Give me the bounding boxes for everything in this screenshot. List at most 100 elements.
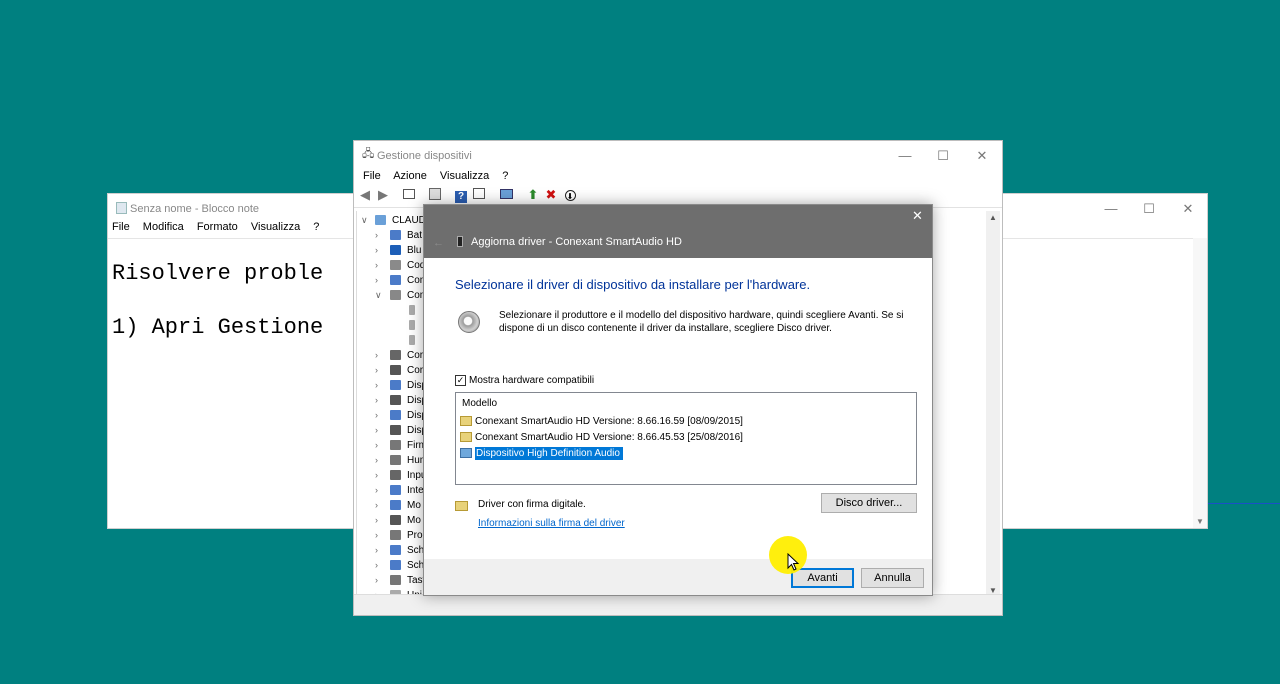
properties-icon[interactable]	[402, 188, 416, 202]
dialog-title: Aggiorna driver - Conexant SmartAudio HD	[471, 236, 682, 248]
tree-item-label: Bat	[407, 230, 423, 241]
help-icon[interactable]: ?	[454, 188, 468, 203]
chevron-right-icon[interactable]: ›	[375, 558, 378, 573]
description-line: dispone di un disco contenente il driver…	[499, 323, 832, 334]
device-category-icon	[390, 365, 401, 375]
dialog-heading: Selezionare il driver di dispositivo da …	[455, 277, 811, 292]
chevron-right-icon[interactable]: ›	[375, 468, 378, 483]
add-driver-icon[interactable]: ⬆	[526, 188, 540, 202]
menu-visualizza[interactable]: Visualizza	[440, 170, 489, 182]
update-driver-dialog: ← Aggiorna driver - Conexant SmartAudio …	[423, 204, 933, 596]
driver-icon	[460, 432, 472, 443]
chevron-right-icon[interactable]: ›	[375, 453, 378, 468]
view-icon[interactable]	[472, 188, 486, 202]
model-list[interactable]: Modello Conexant SmartAudio HD Versione:…	[455, 392, 917, 485]
chevron-right-icon[interactable]: ›	[375, 573, 378, 588]
device-category-icon	[390, 485, 401, 495]
next-button[interactable]: Avanti	[791, 568, 854, 588]
notepad-icon	[116, 202, 127, 214]
forward-arrow-icon[interactable]: ▶	[376, 188, 390, 202]
speaker-icon	[458, 311, 480, 333]
chevron-right-icon[interactable]: ›	[375, 408, 378, 423]
chevron-right-icon[interactable]: ›	[375, 483, 378, 498]
uninstall-x-icon[interactable]: ✖	[544, 188, 558, 202]
menu-file[interactable]: File	[363, 170, 381, 182]
blue-line	[1208, 503, 1280, 504]
signed-driver-icon	[455, 501, 468, 511]
menu-modifica[interactable]: Modifica	[143, 221, 184, 233]
chevron-right-icon[interactable]: ›	[375, 273, 378, 288]
close-button[interactable]: ✕	[971, 145, 993, 167]
chevron-down-icon[interactable]: ∨	[375, 288, 382, 303]
text-line: 1) Apri Gestione	[112, 315, 324, 340]
scroll-up-icon[interactable]: ▲	[989, 213, 997, 222]
device-category-icon	[390, 410, 401, 420]
chevron-right-icon[interactable]: ›	[375, 513, 378, 528]
notepad-menubar: File Modifica Formato Visualizza ?	[112, 221, 329, 233]
maximize-button[interactable]: ☐	[1138, 198, 1160, 220]
device-category-icon	[390, 425, 401, 435]
back-arrow-icon[interactable]: ←	[433, 237, 444, 249]
list-item[interactable]: Conexant SmartAudio HD Versione: 8.66.16…	[460, 415, 743, 429]
chevron-right-icon[interactable]: ›	[375, 348, 378, 363]
maximize-button[interactable]: ☐	[932, 145, 954, 167]
compatible-hardware-checkbox[interactable]: ✓	[455, 375, 466, 386]
chevron-right-icon[interactable]: ›	[375, 528, 378, 543]
close-button[interactable]: ✕	[1177, 198, 1199, 220]
devmgr-scrollbar[interactable]: ▲ ▼	[986, 211, 1000, 597]
chevron-right-icon[interactable]: ›	[375, 258, 378, 273]
back-arrow-icon[interactable]: ◀	[358, 188, 372, 202]
device-tree[interactable]: ∨ CLAUDI › Bat › Blu › Cod › Con ∨ Con › Cor › Cor › Di…	[356, 211, 427, 599]
devmgr-statusbar	[354, 594, 1002, 615]
chevron-right-icon[interactable]: ›	[375, 498, 378, 513]
chevron-right-icon[interactable]: ›	[375, 543, 378, 558]
menu-azione[interactable]: Azione	[393, 170, 427, 182]
chevron-right-icon[interactable]: ›	[375, 228, 378, 243]
notepad-title: Senza nome - Blocco note	[130, 203, 260, 215]
device-category-icon	[390, 260, 401, 270]
device-category-icon	[390, 500, 401, 510]
minimize-button[interactable]: —	[894, 145, 916, 167]
device-category-icon	[390, 275, 401, 285]
tree-item-label: Cor	[407, 350, 424, 361]
close-icon[interactable]: ✕	[912, 208, 923, 224]
notepad-scrollbar[interactable]: ▼	[1193, 238, 1207, 528]
monitor-icon[interactable]	[499, 188, 513, 202]
list-icon[interactable]	[428, 188, 442, 202]
list-header: Modello	[462, 398, 498, 409]
device-icon	[457, 236, 463, 247]
download-icon[interactable]: ⬇	[563, 188, 577, 202]
chevron-right-icon[interactable]: ›	[375, 243, 378, 258]
device-category-icon	[390, 530, 401, 540]
chevron-right-icon[interactable]: ›	[375, 363, 378, 378]
device-category-icon	[390, 395, 401, 405]
device-category-icon	[390, 380, 401, 390]
device-category-icon	[390, 245, 401, 255]
list-item[interactable]: Conexant SmartAudio HD Versione: 8.66.45…	[460, 431, 743, 445]
menu-file[interactable]: File	[112, 221, 130, 233]
tree-item-label: Cor	[407, 365, 424, 376]
dialog-header[interactable]: ← Aggiorna driver - Conexant SmartAudio …	[424, 205, 932, 258]
cancel-button[interactable]: Annulla	[861, 568, 924, 588]
device-category-icon	[390, 575, 401, 585]
chevron-right-icon[interactable]: ›	[375, 438, 378, 453]
menu-help[interactable]: ?	[502, 170, 508, 182]
checkbox-label[interactable]: Mostra hardware compatibili	[469, 375, 594, 386]
menu-formato[interactable]: Formato	[197, 221, 238, 233]
devmgr-menubar: File Azione Visualizza ?	[363, 170, 518, 182]
tree-item-label: Sch	[407, 560, 425, 571]
minimize-button[interactable]: —	[1100, 198, 1122, 220]
device-category-icon	[390, 290, 401, 300]
chevron-right-icon[interactable]: ›	[375, 393, 378, 408]
chevron-right-icon[interactable]: ›	[375, 423, 378, 438]
menu-help[interactable]: ?	[313, 221, 319, 233]
list-item-selected[interactable]: Dispositivo High Definition Audio	[460, 447, 623, 461]
disk-driver-button[interactable]: Disco driver...	[821, 493, 917, 513]
chevron-right-icon[interactable]: ›	[375, 378, 378, 393]
devmgr-titlebar[interactable]: 🖧 Gestione dispositivi — ☐ ✕	[354, 141, 1002, 171]
device-category-icon	[390, 515, 401, 525]
scroll-down-icon[interactable]: ▼	[1196, 517, 1204, 526]
menu-visualizza[interactable]: Visualizza	[251, 221, 300, 233]
signature-info-link[interactable]: Informazioni sulla firma del driver	[478, 518, 625, 529]
device-category-icon	[390, 230, 401, 240]
